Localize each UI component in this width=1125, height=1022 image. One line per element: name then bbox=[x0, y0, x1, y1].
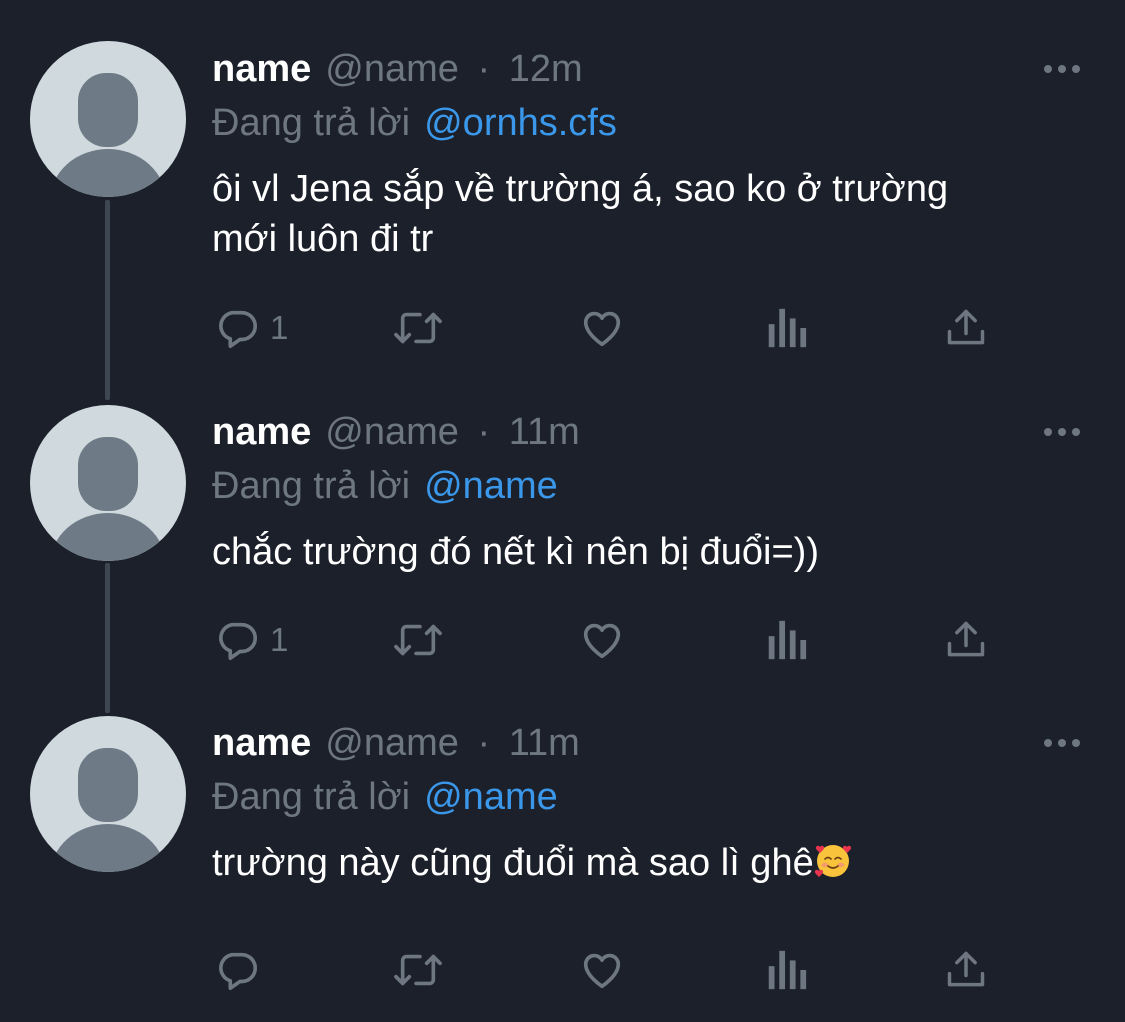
default-avatar-icon bbox=[50, 437, 166, 561]
meta-separator: · bbox=[477, 721, 491, 764]
analytics-button[interactable] bbox=[764, 940, 808, 1000]
share-icon bbox=[944, 305, 988, 351]
replying-to: Đang trả lời @name bbox=[212, 772, 1085, 822]
retweet-icon bbox=[390, 617, 446, 663]
tweet-text-content: trường này cũng đuổi mà sao lì ghê bbox=[212, 842, 814, 884]
display-name[interactable]: name bbox=[212, 722, 311, 765]
retweet-button[interactable] bbox=[390, 940, 446, 1000]
default-avatar-icon bbox=[50, 73, 166, 197]
tweet-header: name @name · 11m bbox=[212, 407, 1085, 457]
reply-icon bbox=[214, 617, 260, 663]
like-icon bbox=[578, 305, 626, 351]
reply-icon bbox=[214, 947, 260, 993]
retweet-icon bbox=[390, 947, 446, 993]
display-name[interactable]: name bbox=[212, 48, 311, 91]
reply-count: 1 bbox=[270, 309, 289, 346]
tweet-text: ôi vl Jena sắp về trường á, sao ko ở trư… bbox=[212, 164, 1085, 264]
tweet-actions: 1 bbox=[212, 298, 1002, 358]
avatar[interactable] bbox=[30, 41, 186, 197]
tweet-timestamp[interactable]: 12m bbox=[509, 48, 583, 90]
share-button[interactable] bbox=[944, 610, 988, 670]
like-button[interactable] bbox=[578, 610, 626, 670]
replying-to-label: Đang trả lời bbox=[212, 775, 411, 818]
analytics-icon bbox=[764, 617, 808, 663]
more-icon[interactable] bbox=[1039, 44, 1085, 94]
analytics-icon bbox=[764, 305, 808, 351]
reply-count: 1 bbox=[270, 621, 289, 658]
meta-separator: · bbox=[477, 47, 491, 90]
replying-to-handle-link[interactable]: @name bbox=[424, 776, 558, 819]
retweet-button[interactable] bbox=[390, 610, 446, 670]
share-icon bbox=[944, 947, 988, 993]
tweet-actions: 1 bbox=[212, 610, 1002, 670]
like-button[interactable] bbox=[578, 298, 626, 358]
like-icon bbox=[578, 617, 626, 663]
tweet-header: name @name · 11m bbox=[212, 718, 1085, 768]
tweet-meta: @name · 11m bbox=[325, 722, 580, 765]
replying-to-handle-link[interactable]: @name bbox=[424, 465, 558, 508]
tweet-text-line: mới luôn đi tr bbox=[212, 218, 434, 260]
analytics-icon bbox=[764, 947, 808, 993]
default-avatar-icon bbox=[50, 748, 166, 872]
thread-connector-line bbox=[105, 563, 110, 713]
replying-to-handle-link[interactable]: @ornhs.cfs bbox=[424, 102, 617, 145]
smiling-face-with-hearts-emoji-icon bbox=[814, 841, 852, 879]
analytics-button[interactable] bbox=[764, 298, 808, 358]
more-icon[interactable] bbox=[1039, 718, 1085, 768]
replying-to-label: Đang trả lời bbox=[212, 101, 411, 144]
tweet-meta: @name · 11m bbox=[325, 411, 580, 454]
like-button[interactable] bbox=[578, 940, 626, 1000]
reply-button[interactable]: 1 bbox=[214, 610, 288, 670]
replying-to-label: Đang trả lời bbox=[212, 464, 411, 507]
like-icon bbox=[578, 947, 626, 993]
tweet-header: name @name · 12m bbox=[212, 44, 1085, 94]
user-handle[interactable]: @name bbox=[325, 722, 459, 764]
more-icon[interactable] bbox=[1039, 407, 1085, 457]
share-button[interactable] bbox=[944, 298, 988, 358]
replying-to: Đang trả lời @ornhs.cfs bbox=[212, 98, 1085, 148]
tweet-text-line: trường này cũng đuổi mà sao lì ghê bbox=[212, 838, 1085, 888]
share-button[interactable] bbox=[944, 940, 988, 1000]
tweet-timestamp[interactable]: 11m bbox=[509, 411, 580, 453]
thread-connector-line bbox=[105, 200, 110, 400]
tweet-timestamp[interactable]: 11m bbox=[509, 722, 580, 764]
display-name[interactable]: name bbox=[212, 411, 311, 454]
avatar[interactable] bbox=[30, 405, 186, 561]
reply-button[interactable] bbox=[214, 940, 260, 1000]
tweet-actions bbox=[212, 940, 1002, 1000]
analytics-button[interactable] bbox=[764, 610, 808, 670]
tweet-text: trường này cũng đuổi mà sao lì ghê bbox=[212, 838, 1085, 888]
tweet-text-line: chắc trường đó nết kì nên bị đuổi=)) bbox=[212, 531, 819, 573]
tweet-meta: @name · 12m bbox=[325, 48, 582, 91]
tweet-text: chắc trường đó nết kì nên bị đuổi=)) bbox=[212, 527, 1085, 577]
share-icon bbox=[944, 617, 988, 663]
tweet-text-line: ôi vl Jena sắp về trường á, sao ko ở trư… bbox=[212, 168, 949, 210]
user-handle[interactable]: @name bbox=[325, 48, 459, 90]
retweet-button[interactable] bbox=[390, 298, 446, 358]
reply-button[interactable]: 1 bbox=[214, 298, 288, 358]
avatar[interactable] bbox=[30, 716, 186, 872]
replying-to: Đang trả lời @name bbox=[212, 461, 1085, 511]
retweet-icon bbox=[390, 305, 446, 351]
meta-separator: · bbox=[477, 410, 491, 453]
reply-icon bbox=[214, 305, 260, 351]
user-handle[interactable]: @name bbox=[325, 411, 459, 453]
